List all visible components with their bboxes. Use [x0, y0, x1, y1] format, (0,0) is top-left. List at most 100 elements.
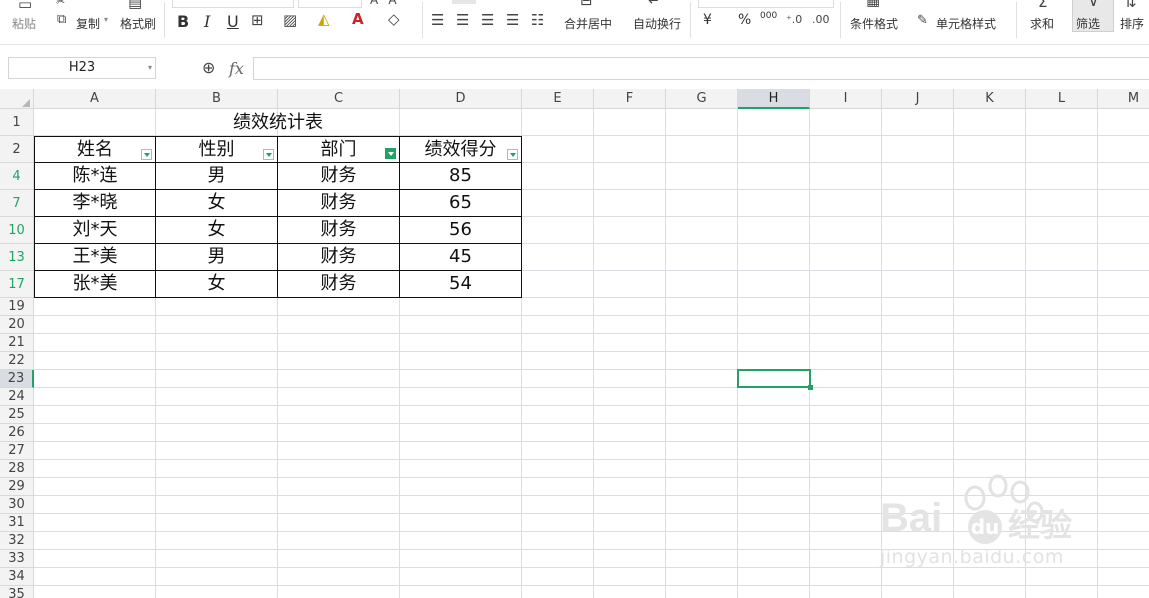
- column-header-k[interactable]: K: [954, 89, 1026, 109]
- row-header-29[interactable]: 29: [0, 478, 34, 496]
- row-header-23[interactable]: 23: [0, 370, 34, 388]
- table-cell-name[interactable]: 张*美: [34, 270, 156, 298]
- column-header-j[interactable]: J: [882, 89, 954, 109]
- table-cell-score[interactable]: 65: [399, 189, 522, 217]
- table-cell-score[interactable]: 45: [399, 243, 522, 271]
- font-name-select[interactable]: [172, 0, 294, 8]
- row-header-22[interactable]: 22: [0, 352, 34, 370]
- cell-style-button[interactable]: 单元格样式: [936, 15, 996, 32]
- column-header-g[interactable]: G: [666, 89, 738, 109]
- filter-dropdown-icon[interactable]: [263, 149, 274, 160]
- table-cell-score[interactable]: 85: [399, 162, 522, 190]
- format-painter-button[interactable]: 格式刷: [120, 15, 156, 32]
- row-header-28[interactable]: 28: [0, 460, 34, 478]
- align-left-icon[interactable]: ☰: [431, 12, 444, 28]
- table-cell-score[interactable]: 54: [399, 270, 522, 298]
- align-right-icon[interactable]: ☰: [481, 12, 494, 28]
- row-header-33[interactable]: 33: [0, 550, 34, 568]
- clear-format-icon[interactable]: ◇: [388, 11, 400, 27]
- thousands-button[interactable]: 000: [760, 11, 777, 21]
- table-cell-name[interactable]: 陈*连: [34, 162, 156, 190]
- row-header-24[interactable]: 24: [0, 388, 34, 406]
- row-header-27[interactable]: 27: [0, 442, 34, 460]
- currency-button[interactable]: ¥: [703, 12, 712, 28]
- align-top-active[interactable]: [452, 0, 476, 4]
- table-cell-name[interactable]: 刘*天: [34, 216, 156, 244]
- column-header-i[interactable]: I: [810, 89, 882, 109]
- active-cell-selection[interactable]: [737, 369, 813, 390]
- row-header-7[interactable]: 7: [0, 190, 34, 217]
- copy-dropdown-icon[interactable]: ▾: [104, 15, 108, 24]
- table-cell-department[interactable]: 财务: [277, 270, 400, 298]
- filter-active-icon[interactable]: [385, 148, 396, 159]
- filter-button[interactable]: 筛选: [1076, 15, 1100, 32]
- row-header-20[interactable]: 20: [0, 316, 34, 334]
- merge-center-button[interactable]: 合并居中: [564, 15, 612, 32]
- sum-button[interactable]: 求和: [1030, 15, 1054, 32]
- table-cell-department[interactable]: 财务: [277, 189, 400, 217]
- wrap-text-button[interactable]: 自动换行: [633, 15, 681, 32]
- filter-dropdown-icon[interactable]: [141, 149, 152, 160]
- table-cell-gender[interactable]: 女: [155, 216, 278, 244]
- bold-button[interactable]: B: [177, 12, 189, 31]
- table-title[interactable]: 绩效统计表: [34, 109, 522, 136]
- justify-icon[interactable]: ☰: [506, 12, 519, 28]
- paste-icon[interactable]: ▭: [18, 0, 32, 12]
- column-header-e[interactable]: E: [522, 89, 594, 109]
- number-format-select[interactable]: [698, 0, 834, 8]
- table-cell-score[interactable]: 56: [399, 216, 522, 244]
- table-cell-gender[interactable]: 女: [155, 270, 278, 298]
- column-header-b[interactable]: B: [156, 89, 278, 109]
- conditional-format-button[interactable]: 条件格式: [850, 15, 898, 32]
- row-header-13[interactable]: 13: [0, 244, 34, 271]
- fx-button[interactable]: fx: [229, 59, 244, 78]
- distribute-icon[interactable]: ☷: [531, 12, 544, 28]
- sort-button[interactable]: 排序: [1120, 15, 1144, 32]
- select-all-corner[interactable]: [0, 89, 34, 109]
- row-header-21[interactable]: 21: [0, 334, 34, 352]
- table-cell-name[interactable]: 李*晓: [34, 189, 156, 217]
- italic-button[interactable]: I: [204, 12, 210, 31]
- font-color-icon[interactable]: A: [352, 11, 364, 27]
- row-header-32[interactable]: 32: [0, 532, 34, 550]
- fill-color-icon[interactable]: ◭: [318, 11, 330, 27]
- column-header-d[interactable]: D: [400, 89, 522, 109]
- zoom-icon[interactable]: ⊕: [202, 60, 215, 76]
- border-icon[interactable]: ⊞: [251, 12, 264, 28]
- column-header-l[interactable]: L: [1026, 89, 1098, 109]
- row-header-35[interactable]: 35: [0, 586, 34, 598]
- align-center-icon[interactable]: ☰: [456, 12, 469, 28]
- table-cell-gender[interactable]: 男: [155, 243, 278, 271]
- header-score[interactable]: 绩效得分: [399, 136, 522, 164]
- row-header-25[interactable]: 25: [0, 406, 34, 424]
- table-cell-department[interactable]: 财务: [277, 216, 400, 244]
- spreadsheet-grid[interactable]: ABCDEFGHIJKLM 1 2 4 7 10 13 17 19 20 21 22 23 24 25 26…: [0, 89, 1149, 598]
- cut-icon[interactable]: ✂: [56, 0, 65, 10]
- table-cell-gender[interactable]: 男: [155, 162, 278, 190]
- row-header-4[interactable]: 4: [0, 163, 34, 190]
- header-name[interactable]: 姓名: [34, 136, 156, 164]
- fill-pattern-icon[interactable]: ▨: [283, 12, 297, 28]
- filter-dropdown-icon[interactable]: [507, 149, 518, 160]
- header-department[interactable]: 部门: [277, 136, 400, 164]
- table-cell-department[interactable]: 财务: [277, 243, 400, 271]
- underline-button[interactable]: U: [227, 12, 239, 31]
- decrease-decimal-icon[interactable]: .00: [812, 12, 830, 28]
- column-header-f[interactable]: F: [594, 89, 666, 109]
- chevron-down-icon[interactable]: ▾: [148, 58, 152, 78]
- row-header-30[interactable]: 30: [0, 496, 34, 514]
- column-header-a[interactable]: A: [34, 89, 156, 109]
- row-header-17[interactable]: 17: [0, 271, 34, 298]
- header-gender[interactable]: 性别: [155, 136, 278, 164]
- increase-decimal-icon[interactable]: ⁺.0: [786, 12, 802, 28]
- table-cell-gender[interactable]: 女: [155, 189, 278, 217]
- font-size-select[interactable]: [298, 0, 362, 8]
- table-cell-department[interactable]: 财务: [277, 162, 400, 190]
- font-size-grow-icon[interactable]: A⁺ A⁻: [370, 0, 403, 8]
- filter-button-active[interactable]: ⊽ 筛选: [1072, 0, 1114, 32]
- row-header-34[interactable]: 34: [0, 568, 34, 586]
- formula-input[interactable]: [253, 57, 1149, 80]
- table-cell-name[interactable]: 王*美: [34, 243, 156, 271]
- percent-button[interactable]: %: [738, 12, 751, 28]
- copy-button[interactable]: 复制: [76, 15, 100, 32]
